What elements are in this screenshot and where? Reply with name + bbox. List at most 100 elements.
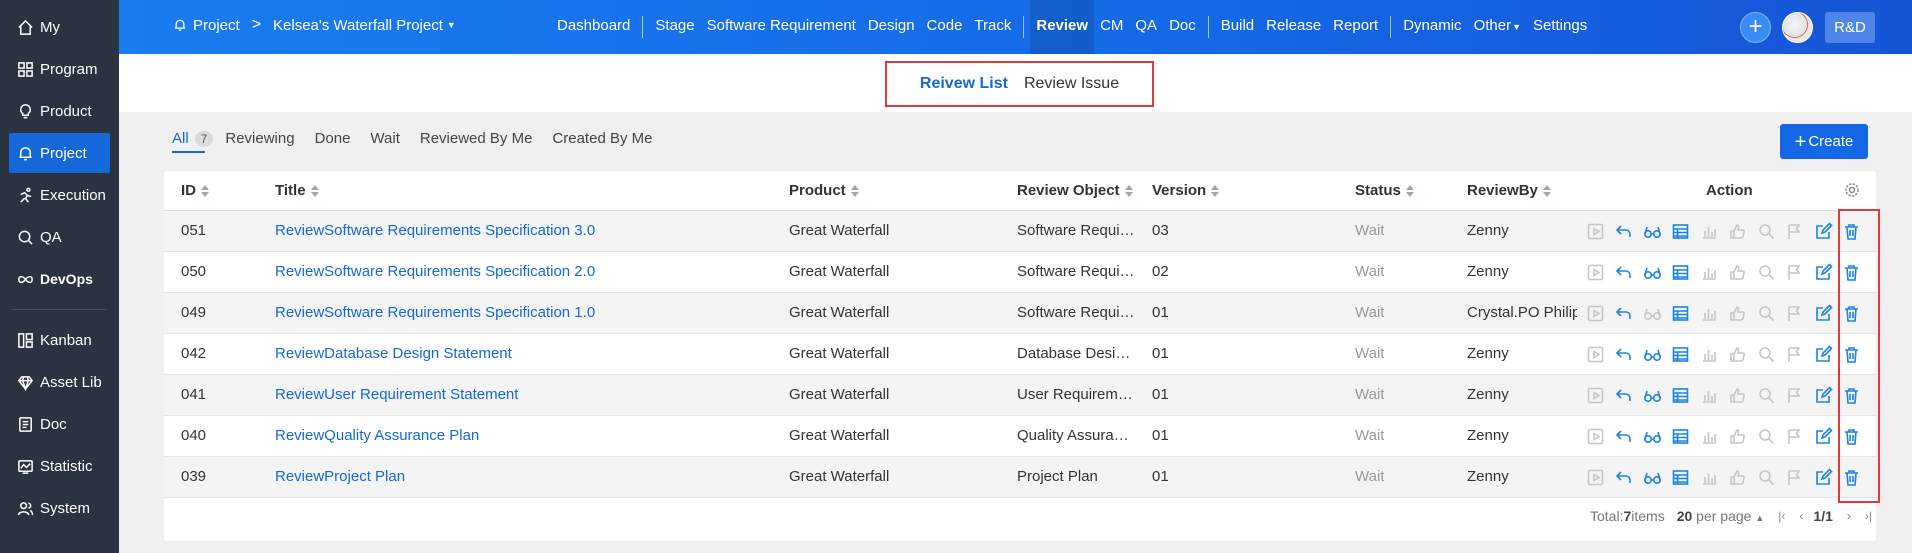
search-icon[interactable] <box>1756 343 1776 365</box>
table-icon[interactable] <box>1671 466 1691 488</box>
bar-chart-icon[interactable] <box>1699 261 1719 283</box>
search-icon[interactable] <box>1756 302 1776 324</box>
bar-chart-icon[interactable] <box>1699 384 1719 406</box>
bar-chart-icon[interactable] <box>1699 220 1719 242</box>
filter-created-by-me[interactable]: Created By Me <box>552 130 652 147</box>
nav-stage[interactable]: Stage <box>649 0 700 54</box>
per-page-select[interactable]: 20 per page ▲ <box>1677 508 1765 524</box>
glasses-icon[interactable] <box>1642 466 1662 488</box>
table-icon[interactable] <box>1671 261 1691 283</box>
column-header-review-object[interactable]: Review Object <box>1017 182 1133 199</box>
flag-icon[interactable] <box>1785 466 1805 488</box>
gear-icon[interactable] <box>1844 182 1860 202</box>
glasses-icon[interactable] <box>1642 261 1662 283</box>
search-icon[interactable] <box>1756 261 1776 283</box>
column-header-review-by[interactable]: ReviewBy <box>1467 182 1551 199</box>
glasses-icon[interactable] <box>1642 425 1662 447</box>
sidebar-item-kanban[interactable]: Kanban <box>9 320 110 360</box>
play-icon[interactable] <box>1585 384 1605 406</box>
filter-done[interactable]: Done <box>315 130 351 147</box>
edit-icon[interactable] <box>1813 302 1833 324</box>
review-title-link[interactable]: ReviewSoftware Requirements Specificatio… <box>275 263 595 280</box>
quick-create-button[interactable]: + <box>1740 11 1771 43</box>
table-icon[interactable] <box>1671 302 1691 324</box>
table-icon[interactable] <box>1671 384 1691 406</box>
search-icon[interactable] <box>1756 425 1776 447</box>
table-row[interactable]: 042 ReviewDatabase Design Statement Great … <box>164 334 1876 375</box>
nav-dashboard[interactable]: Dashboard <box>551 0 636 54</box>
nav-other[interactable]: Other▼ <box>1468 0 1527 54</box>
filter-wait[interactable]: Wait <box>370 130 399 147</box>
column-header-version[interactable]: Version <box>1152 182 1220 199</box>
nav-doc[interactable]: Doc <box>1163 0 1202 54</box>
sidebar-item-my[interactable]: My <box>9 7 110 47</box>
flag-icon[interactable] <box>1785 343 1805 365</box>
filter-all[interactable]: All 7 <box>172 130 214 153</box>
undo-icon[interactable] <box>1614 220 1634 242</box>
last-page-icon[interactable]: ›| <box>1865 509 1872 523</box>
review-title-link[interactable]: ReviewQuality Assurance Plan <box>275 427 479 444</box>
flag-icon[interactable] <box>1785 220 1805 242</box>
breadcrumb-project[interactable]: Project <box>193 17 240 34</box>
flag-icon[interactable] <box>1785 425 1805 447</box>
play-icon[interactable] <box>1585 466 1605 488</box>
play-icon[interactable] <box>1585 261 1605 283</box>
table-icon[interactable] <box>1671 425 1691 447</box>
table-row[interactable]: 050 ReviewSoftware Requirements Specifica… <box>164 252 1876 293</box>
review-title-link[interactable]: ReviewSoftware Requirements Specificatio… <box>275 222 595 239</box>
table-icon[interactable] <box>1671 343 1691 365</box>
glasses-icon[interactable] <box>1642 343 1662 365</box>
nav-software-requirement[interactable]: Software Requirement <box>701 0 862 54</box>
review-title-link[interactable]: ReviewSoftware Requirements Specificatio… <box>275 304 595 321</box>
bar-chart-icon[interactable] <box>1699 466 1719 488</box>
column-header-status[interactable]: Status <box>1355 182 1414 199</box>
prev-page-icon[interactable]: ‹ <box>1799 509 1803 523</box>
nav-report[interactable]: Report <box>1327 0 1384 54</box>
column-header-title[interactable]: Title <box>275 182 319 199</box>
tab-review-list[interactable]: Reivew List <box>920 75 1008 93</box>
table-row[interactable]: 041 ReviewUser Requirement Statement Great… <box>164 375 1876 416</box>
thumb-icon[interactable] <box>1728 220 1748 242</box>
thumb-icon[interactable] <box>1728 343 1748 365</box>
sidebar-item-product[interactable]: Product <box>9 91 110 131</box>
play-icon[interactable] <box>1585 343 1605 365</box>
undo-icon[interactable] <box>1614 384 1634 406</box>
thumb-icon[interactable] <box>1728 261 1748 283</box>
filter-reviewed-by-me[interactable]: Reviewed By Me <box>420 130 533 147</box>
avatar[interactable] <box>1782 11 1813 43</box>
filter-reviewing[interactable]: Reviewing <box>225 130 294 147</box>
table-row[interactable]: 040 ReviewQuality Assurance Plan Great Wat… <box>164 416 1876 457</box>
nav-review[interactable]: Review <box>1030 0 1095 54</box>
nav-cm[interactable]: CM <box>1094 0 1129 54</box>
edit-icon[interactable] <box>1813 425 1833 447</box>
sidebar-item-statistic[interactable]: Statistic <box>9 446 110 486</box>
nav-qa[interactable]: QA <box>1129 0 1163 54</box>
undo-icon[interactable] <box>1614 302 1634 324</box>
table-row[interactable]: 049 ReviewSoftware Requirements Specifica… <box>164 293 1876 334</box>
play-icon[interactable] <box>1585 220 1605 242</box>
edit-icon[interactable] <box>1813 384 1833 406</box>
edit-icon[interactable] <box>1813 261 1833 283</box>
search-icon[interactable] <box>1756 220 1776 242</box>
nav-dynamic[interactable]: Dynamic <box>1397 0 1467 54</box>
sidebar-item-program[interactable]: Program <box>9 49 110 89</box>
review-title-link[interactable]: ReviewProject Plan <box>275 468 405 485</box>
sidebar-item-asset-lib[interactable]: Asset Lib <box>9 362 110 402</box>
sidebar-item-doc[interactable]: Doc <box>9 404 110 444</box>
edit-icon[interactable] <box>1813 220 1833 242</box>
flag-icon[interactable] <box>1785 261 1805 283</box>
undo-icon[interactable] <box>1614 466 1634 488</box>
sidebar-item-system[interactable]: System <box>9 488 110 528</box>
nav-build[interactable]: Build <box>1215 0 1260 54</box>
project-switcher[interactable]: Kelsea's Waterfall Project <box>273 17 443 34</box>
undo-icon[interactable] <box>1614 343 1634 365</box>
undo-icon[interactable] <box>1614 425 1634 447</box>
bar-chart-icon[interactable] <box>1699 343 1719 365</box>
thumb-icon[interactable] <box>1728 466 1748 488</box>
column-header-product[interactable]: Product <box>789 182 859 199</box>
review-title-link[interactable]: ReviewDatabase Design Statement <box>275 345 512 362</box>
review-title-link[interactable]: ReviewUser Requirement Statement <box>275 386 518 403</box>
play-icon[interactable] <box>1585 425 1605 447</box>
sidebar-item-project[interactable]: Project <box>9 133 110 173</box>
table-icon[interactable] <box>1671 220 1691 242</box>
